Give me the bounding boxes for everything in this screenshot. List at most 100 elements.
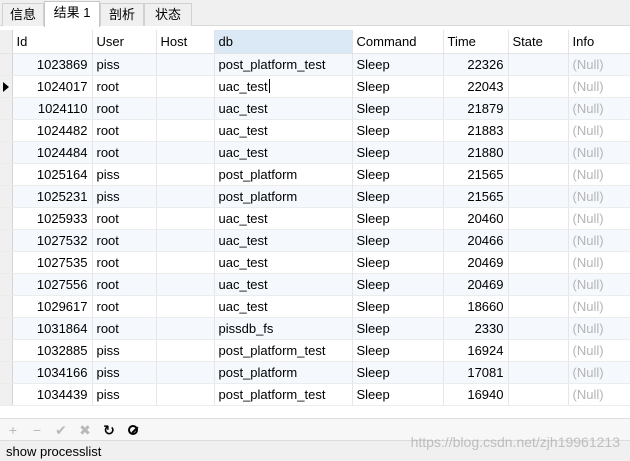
- cell-user[interactable]: root: [92, 119, 157, 142]
- row-selector[interactable]: [0, 339, 13, 362]
- cell-info[interactable]: (Null): [568, 229, 630, 252]
- table-row[interactable]: 1031864 root pissdb_fs Sleep 2330 (Null): [0, 317, 630, 340]
- cell-db[interactable]: post_platform: [214, 163, 353, 186]
- cell-command[interactable]: Sleep: [352, 141, 444, 164]
- cell-command[interactable]: Sleep: [352, 273, 444, 296]
- cell-host[interactable]: [156, 207, 215, 230]
- cell-user[interactable]: piss: [92, 383, 157, 406]
- cell-id[interactable]: 1025933: [12, 207, 93, 230]
- cell-command[interactable]: Sleep: [352, 339, 444, 362]
- cell-command[interactable]: Sleep: [352, 251, 444, 274]
- cell-state[interactable]: [508, 75, 569, 98]
- row-selector[interactable]: [0, 141, 13, 164]
- cell-id[interactable]: 1027532: [12, 229, 93, 252]
- column-header-state[interactable]: State: [508, 30, 569, 54]
- row-selector[interactable]: [0, 295, 13, 318]
- cell-state[interactable]: [508, 251, 569, 274]
- cell-time[interactable]: 21883: [443, 119, 509, 142]
- row-selector[interactable]: [0, 119, 13, 142]
- cell-user[interactable]: piss: [92, 53, 157, 76]
- cell-user[interactable]: piss: [92, 361, 157, 384]
- cell-command[interactable]: Sleep: [352, 361, 444, 384]
- cell-db[interactable]: pissdb_fs: [214, 317, 353, 340]
- cell-user[interactable]: root: [92, 317, 157, 340]
- row-selector[interactable]: [0, 273, 13, 296]
- cell-info[interactable]: (Null): [568, 141, 630, 164]
- cell-db[interactable]: post_platform_test: [214, 53, 353, 76]
- cell-time[interactable]: 21880: [443, 141, 509, 164]
- cell-host[interactable]: [156, 251, 215, 274]
- cell-time[interactable]: 16940: [443, 383, 509, 406]
- cell-db[interactable]: uac_test: [214, 229, 353, 252]
- cell-state[interactable]: [508, 317, 569, 340]
- row-selector[interactable]: [0, 383, 13, 406]
- cell-user[interactable]: root: [92, 207, 157, 230]
- cell-db[interactable]: uac_test: [214, 141, 353, 164]
- column-header-id[interactable]: Id: [12, 30, 93, 54]
- cell-state[interactable]: [508, 295, 569, 318]
- cell-info[interactable]: (Null): [568, 119, 630, 142]
- cell-db[interactable]: post_platform: [214, 185, 353, 208]
- cell-state[interactable]: [508, 229, 569, 252]
- cell-command[interactable]: Sleep: [352, 119, 444, 142]
- cell-command[interactable]: Sleep: [352, 383, 444, 406]
- cell-user[interactable]: root: [92, 251, 157, 274]
- cell-state[interactable]: [508, 361, 569, 384]
- cell-info[interactable]: (Null): [568, 251, 630, 274]
- cell-host[interactable]: [156, 361, 215, 384]
- cell-host[interactable]: [156, 185, 215, 208]
- table-row[interactable]: 1024482 root uac_test Sleep 21883 (Null): [0, 119, 630, 142]
- cell-state[interactable]: [508, 163, 569, 186]
- cell-id[interactable]: 1023869: [12, 53, 93, 76]
- cell-id[interactable]: 1024110: [12, 97, 93, 120]
- cell-host[interactable]: [156, 141, 215, 164]
- cell-db[interactable]: uac_test: [214, 295, 353, 318]
- cell-host[interactable]: [156, 53, 215, 76]
- cell-id[interactable]: 1027556: [12, 273, 93, 296]
- tab-result-1[interactable]: 结果 1: [44, 1, 100, 27]
- column-header-time[interactable]: Time: [443, 30, 509, 54]
- cell-info[interactable]: (Null): [568, 273, 630, 296]
- cell-info[interactable]: (Null): [568, 163, 630, 186]
- row-selector[interactable]: [0, 163, 13, 186]
- row-selector[interactable]: [0, 317, 13, 340]
- cell-user[interactable]: root: [92, 229, 157, 252]
- cell-id[interactable]: 1024482: [12, 119, 93, 142]
- table-row[interactable]: 1024484 root uac_test Sleep 21880 (Null): [0, 141, 630, 164]
- cell-time[interactable]: 21879: [443, 97, 509, 120]
- cell-host[interactable]: [156, 163, 215, 186]
- cell-state[interactable]: [508, 185, 569, 208]
- cell-state[interactable]: [508, 207, 569, 230]
- cell-state[interactable]: [508, 97, 569, 120]
- table-row[interactable]: 1024017 root uac_test Sleep 22043 (Null): [0, 75, 630, 98]
- cell-command[interactable]: Sleep: [352, 207, 444, 230]
- cell-user[interactable]: root: [92, 273, 157, 296]
- cell-command[interactable]: Sleep: [352, 229, 444, 252]
- cell-info[interactable]: (Null): [568, 185, 630, 208]
- cell-state[interactable]: [508, 273, 569, 296]
- cell-time[interactable]: 20469: [443, 251, 509, 274]
- cell-user[interactable]: root: [92, 97, 157, 120]
- discard-changes-button[interactable]: ✖: [76, 421, 94, 439]
- cell-id[interactable]: 1031864: [12, 317, 93, 340]
- table-row[interactable]: 1027535 root uac_test Sleep 20469 (Null): [0, 251, 630, 274]
- table-row[interactable]: 1025164 piss post_platform Sleep 21565 (Null): [0, 163, 630, 186]
- cell-id[interactable]: 1034439: [12, 383, 93, 406]
- row-selector[interactable]: [0, 185, 13, 208]
- cell-time[interactable]: 16924: [443, 339, 509, 362]
- cell-time[interactable]: 21565: [443, 185, 509, 208]
- row-selector[interactable]: [0, 251, 13, 274]
- cell-info[interactable]: (Null): [568, 97, 630, 120]
- cell-db[interactable]: uac_test: [214, 273, 353, 296]
- tab-info[interactable]: 信息: [2, 3, 44, 26]
- cell-host[interactable]: [156, 317, 215, 340]
- cell-state[interactable]: [508, 119, 569, 142]
- table-row[interactable]: 1029617 root uac_test Sleep 18660 (Null): [0, 295, 630, 318]
- cell-time[interactable]: 22326: [443, 53, 509, 76]
- column-header-user[interactable]: User: [92, 30, 157, 54]
- refresh-button[interactable]: ↻: [100, 421, 118, 439]
- cell-db[interactable]: post_platform: [214, 361, 353, 384]
- row-selector[interactable]: [0, 361, 13, 384]
- cell-time[interactable]: 17081: [443, 361, 509, 384]
- cell-id[interactable]: 1034166: [12, 361, 93, 384]
